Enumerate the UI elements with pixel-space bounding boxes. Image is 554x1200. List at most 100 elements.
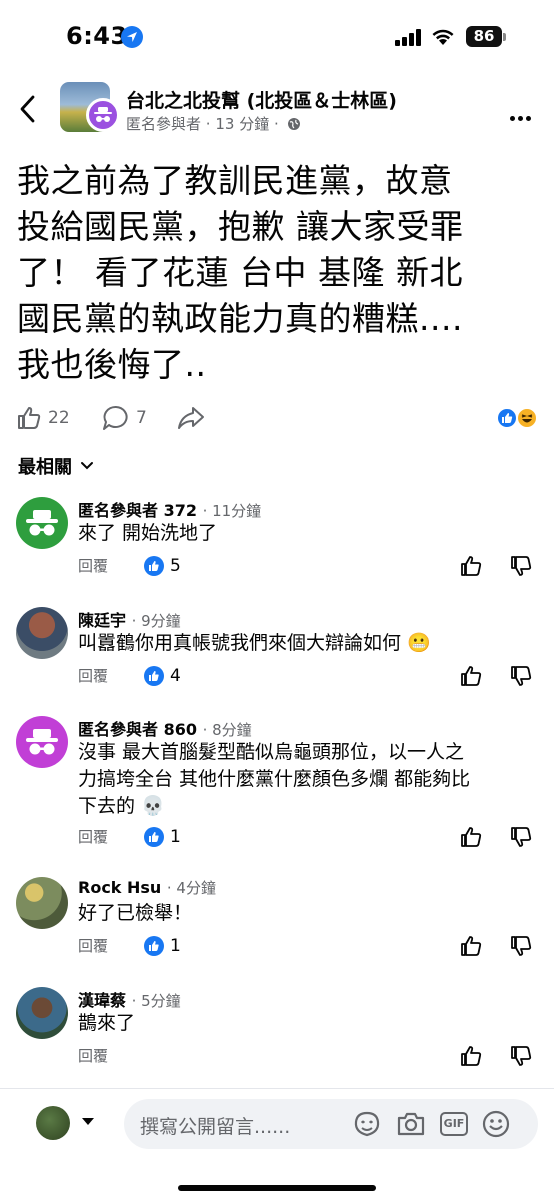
- home-indicator: [178, 1185, 376, 1191]
- comment-time: · 4分鐘: [166, 879, 216, 897]
- avatar-sticker-icon[interactable]: [352, 1110, 382, 1138]
- commenter-avatar[interactable]: [16, 607, 68, 659]
- downvote-icon[interactable]: [510, 665, 532, 687]
- upvote-icon[interactable]: [460, 665, 482, 687]
- group-name[interactable]: 台北之北投幫 (北投區＆士林區): [126, 86, 397, 113]
- comment-actions: 回覆 1: [78, 935, 181, 956]
- downvote-icon[interactable]: [510, 826, 532, 848]
- commenter-name[interactable]: 漢瑋蔡 · 5分鐘: [78, 987, 181, 1011]
- cellular-signal-icon: [395, 29, 421, 46]
- like-badge-icon: [144, 665, 165, 686]
- caret-down-icon[interactable]: [82, 1118, 94, 1125]
- emoji-icon[interactable]: [482, 1110, 510, 1138]
- commenter-avatar[interactable]: [16, 877, 68, 929]
- commenter-name[interactable]: 匿名參與者 860 · 8分鐘: [78, 716, 252, 740]
- wifi-icon: [432, 29, 454, 45]
- commenter-name[interactable]: Rock Hsu · 4分鐘: [78, 877, 216, 898]
- comment-like-count[interactable]: 1: [144, 935, 181, 956]
- battery-tip: [503, 33, 506, 41]
- comment-text: 沒事 最大首腦髮型酷似烏龜頭那位，以一人之 力搞垮全台 其他什麼黨什麼顏色多爛 …: [78, 741, 471, 817]
- like-badge-icon: [144, 826, 165, 847]
- comment-vote-buttons: [460, 555, 532, 577]
- post-time: 13 分鐘: [215, 115, 270, 133]
- comment-vote-buttons: [460, 1045, 532, 1067]
- post-line: 了！ 看了花蓮 台中 基隆 新北: [17, 253, 463, 292]
- like-count: 22: [48, 408, 70, 428]
- post-author[interactable]: 匿名參與者: [126, 115, 201, 133]
- meta-separator-2: ·: [274, 115, 279, 133]
- gif-icon[interactable]: GIF: [440, 1112, 468, 1136]
- downvote-icon[interactable]: [510, 935, 532, 957]
- reply-button[interactable]: 回覆: [78, 665, 108, 686]
- comment-time: · 11分鐘: [202, 502, 262, 520]
- reply-button[interactable]: 回覆: [78, 1045, 108, 1066]
- location-arrow-icon: [121, 26, 143, 48]
- upvote-icon[interactable]: [460, 935, 482, 957]
- upvote-icon[interactable]: [460, 555, 482, 577]
- comment-vote-buttons: [460, 935, 532, 957]
- camera-icon[interactable]: [396, 1111, 426, 1137]
- back-arrow-icon[interactable]: [18, 94, 38, 124]
- post-line: 我之前為了教訓民進黨，故意: [17, 161, 453, 200]
- post-meta: 匿名參與者 · 13 分鐘 ·: [126, 113, 301, 134]
- comment-placeholder: 撰寫公開留言......: [140, 1116, 291, 1138]
- comment-input[interactable]: 撰寫公開留言...... GIF: [124, 1099, 538, 1149]
- upvote-icon[interactable]: [460, 1045, 482, 1067]
- post-body: 我之前為了教訓民進黨，故意 投給國民黨，抱歉 讓大家受罪 了！ 看了花蓮 台中 …: [17, 158, 539, 388]
- reaction-summary[interactable]: [496, 407, 542, 431]
- commenter-avatar[interactable]: [16, 987, 68, 1039]
- upvote-icon[interactable]: [460, 826, 482, 848]
- comment-time: · 8分鐘: [202, 721, 252, 739]
- meta-separator: ·: [205, 115, 211, 133]
- commenter-name[interactable]: 陳廷宇 · 9分鐘: [78, 607, 181, 631]
- comment-actions: 回覆: [78, 1045, 108, 1066]
- comment-count: 7: [136, 408, 147, 428]
- post-header: 台北之北投幫 (北投區＆士林區) 匿名參與者 · 13 分鐘 ·: [0, 76, 554, 142]
- comment-text: 鵲來了: [78, 1012, 136, 1034]
- chevron-down-icon: [81, 462, 93, 470]
- comment-vote-buttons: [460, 826, 532, 848]
- post-line: 我也後悔了..: [17, 345, 207, 384]
- post-line: 投給國民黨，抱歉 讓大家受罪: [17, 207, 464, 246]
- composer-icons: GIF: [352, 1110, 510, 1138]
- comment-like-count[interactable]: 1: [144, 826, 181, 847]
- like-icon: [18, 407, 41, 429]
- like-badge-icon: [144, 935, 165, 956]
- comment-text: 叫囂鶴你用真帳號我們來個大辯論如何 😬: [78, 632, 431, 654]
- reply-button[interactable]: 回覆: [78, 555, 108, 576]
- comment-like-count[interactable]: 5: [144, 555, 181, 576]
- comment-text: 好了已檢舉！: [78, 902, 193, 924]
- comment-composer: 撰寫公開留言...... GIF: [0, 1088, 554, 1200]
- anonymous-avatar-icon[interactable]: [16, 716, 68, 768]
- share-action[interactable]: [177, 405, 205, 431]
- comment-actions: 回覆 5: [78, 555, 181, 576]
- like-badge-icon: [144, 555, 165, 576]
- more-options-icon[interactable]: [510, 106, 534, 125]
- comment-action[interactable]: 7: [102, 405, 147, 431]
- comment-icon: [103, 405, 128, 430]
- anonymous-avatar-icon: [86, 98, 120, 132]
- comment-vote-buttons: [460, 665, 532, 687]
- post-line: 國民黨的執政能力真的糟糕....: [17, 299, 463, 338]
- profile-switcher-avatar[interactable]: [36, 1106, 70, 1140]
- comment-actions: 回覆 4: [78, 665, 181, 686]
- downvote-icon[interactable]: [510, 555, 532, 577]
- battery-indicator: 86: [466, 26, 502, 47]
- reactions-bar: 22 7: [0, 402, 554, 432]
- status-bar: 6:43 86: [0, 0, 554, 74]
- status-time: 6:43: [66, 22, 128, 50]
- comment-sort-dropdown[interactable]: 最相關: [18, 453, 94, 479]
- comment-actions: 回覆 1: [78, 826, 181, 847]
- anonymous-avatar-icon[interactable]: [16, 497, 68, 549]
- reply-button[interactable]: 回覆: [78, 935, 108, 956]
- like-reaction-icon: [496, 407, 518, 429]
- commenter-name[interactable]: 匿名參與者 372 · 11分鐘: [78, 497, 261, 521]
- comment-time: · 9分鐘: [131, 612, 181, 630]
- reply-button[interactable]: 回覆: [78, 826, 108, 847]
- comment-time: · 5分鐘: [131, 992, 181, 1010]
- comment-like-count[interactable]: 4: [144, 665, 181, 686]
- like-action[interactable]: 22: [16, 405, 70, 431]
- haha-icon: [516, 407, 538, 429]
- sort-label: 最相關: [18, 457, 72, 478]
- downvote-icon[interactable]: [510, 1045, 532, 1067]
